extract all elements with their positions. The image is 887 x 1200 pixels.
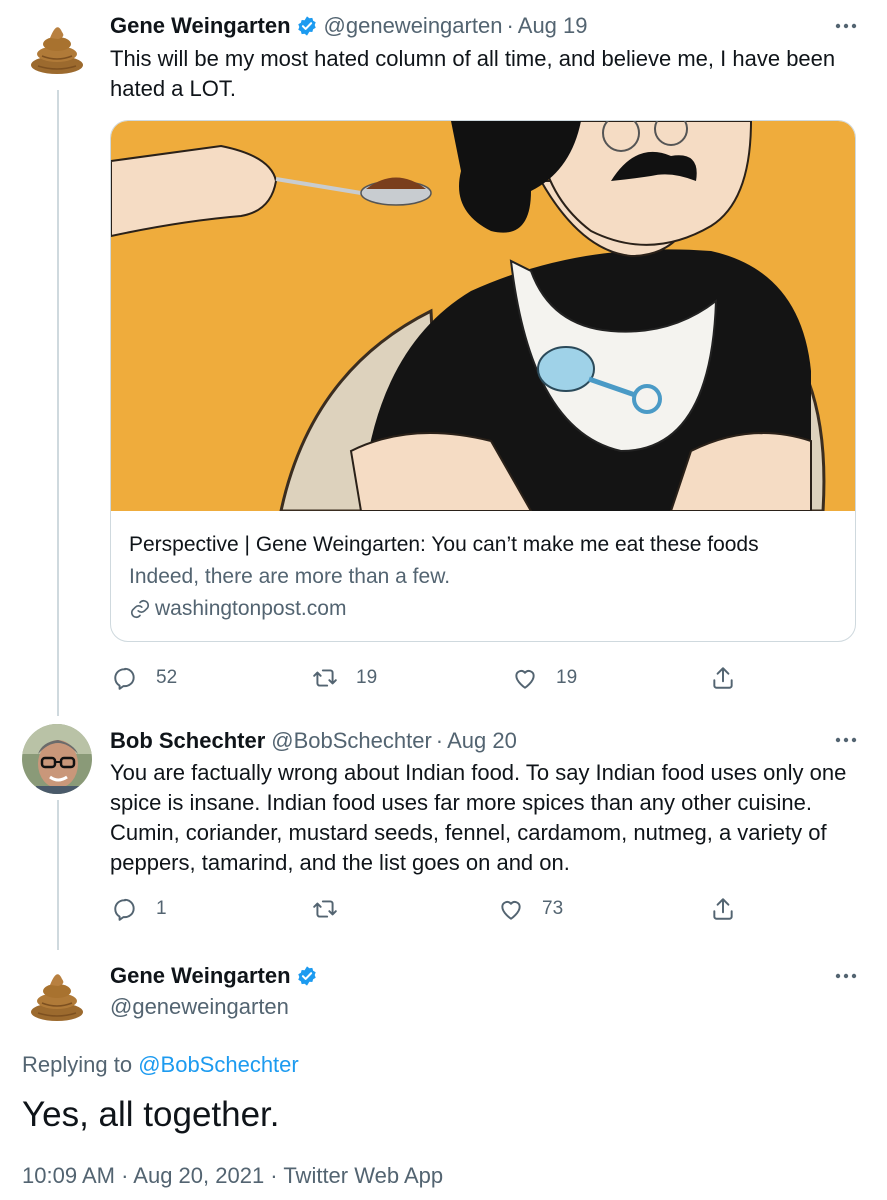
tweet-date[interactable]: Aug 19: [518, 13, 588, 39]
thread-line: [57, 90, 59, 716]
tweet-handle-row: @geneweingarten: [110, 994, 857, 1020]
share-button[interactable]: [710, 661, 736, 695]
retweet-count: 19: [356, 667, 378, 688]
link-icon: [130, 599, 150, 619]
reply-count: 1: [156, 898, 167, 919]
card-domain-text: washingtonpost.com: [155, 597, 347, 620]
like-count: 19: [556, 667, 578, 688]
card-domain: washingtonpost.com: [129, 597, 346, 621]
reply-icon: [114, 898, 135, 921]
author-handle[interactable]: @geneweingarten: [110, 994, 289, 1020]
share-icon: [713, 898, 733, 920]
author-name[interactable]: Gene Weingarten: [110, 13, 291, 39]
author-name[interactable]: Gene Weingarten: [110, 963, 291, 989]
replying-mention[interactable]: @BobSchechter: [138, 1052, 299, 1077]
like-count: 73: [542, 898, 564, 919]
retweet-button[interactable]: [312, 892, 356, 926]
share-icon: [713, 667, 733, 689]
thread-line: [57, 800, 59, 950]
link-card[interactable]: Perspective | Gene Weingarten: You can’t…: [110, 120, 856, 642]
retweet-button[interactable]: 19: [312, 661, 377, 695]
avatar-gene-weingarten[interactable]: [22, 957, 92, 1027]
more-icon[interactable]: [833, 16, 859, 36]
verified-icon: [296, 965, 318, 987]
author-name[interactable]: Bob Schechter: [110, 728, 265, 754]
tweet-text: This will be my most hated column of all…: [110, 46, 836, 101]
avatar-gene-weingarten[interactable]: [22, 10, 92, 80]
like-button[interactable]: 73: [498, 892, 563, 926]
tweet-date[interactable]: Aug 20: [447, 728, 517, 754]
tweet-actions: 52 19 19: [110, 661, 750, 695]
card-title: Perspective | Gene Weingarten: You can’t…: [129, 533, 759, 556]
more-icon[interactable]: [833, 966, 859, 986]
tweet-text: You are factually wrong about Indian foo…: [110, 760, 847, 875]
reply-count: 52: [156, 667, 178, 688]
retweet-icon: [313, 669, 337, 687]
tweet-header: Bob Schechter @BobSchechter · Aug 20: [110, 728, 857, 754]
tweet-header: Gene Weingarten: [110, 963, 857, 989]
card-description: Indeed, there are more than a few.: [129, 565, 451, 588]
replying-label: Replying to: [22, 1052, 133, 1077]
tweet-header: Gene Weingarten @geneweingarten · Aug 19: [110, 13, 857, 39]
tweet-text: Yes, all together.: [22, 1095, 280, 1134]
separator: ·: [435, 728, 444, 753]
share-button[interactable]: [710, 892, 736, 926]
avatar-bob-schechter[interactable]: [22, 724, 92, 794]
retweet-icon: [313, 900, 337, 918]
replying-to: Replying to @BobSchechter: [22, 1052, 299, 1078]
like-icon: [501, 901, 521, 920]
tweet-actions: 1 73: [110, 892, 750, 926]
reply-button[interactable]: 52: [112, 661, 177, 695]
more-icon[interactable]: [833, 730, 859, 750]
author-handle[interactable]: @BobSchechter: [271, 728, 432, 754]
reply-icon: [114, 667, 135, 690]
card-image: [111, 121, 855, 511]
tweet-timestamp[interactable]: 10:09 AM · Aug 20, 2021 · Twitter Web Ap…: [22, 1163, 443, 1189]
like-button[interactable]: 19: [512, 661, 577, 695]
reply-button[interactable]: 1: [112, 892, 167, 926]
author-handle[interactable]: @geneweingarten: [324, 13, 503, 39]
separator: ·: [506, 13, 514, 38]
like-icon: [515, 670, 535, 689]
verified-icon: [296, 15, 318, 37]
